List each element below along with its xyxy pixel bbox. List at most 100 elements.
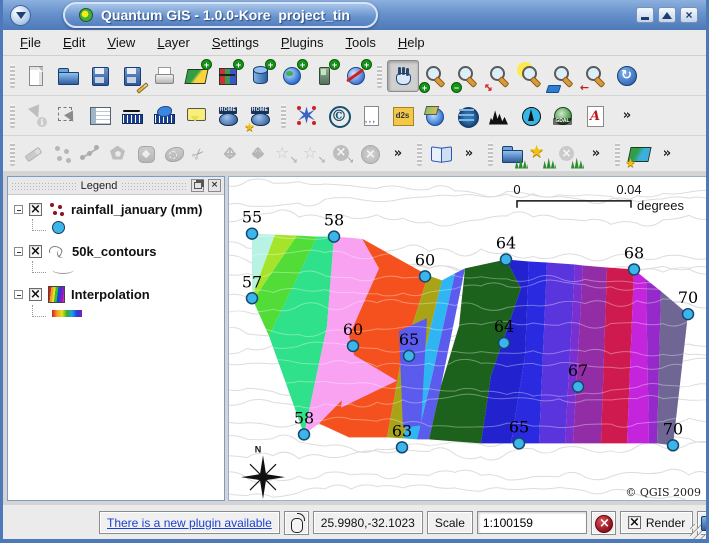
stop-render-button[interactable]	[591, 511, 616, 535]
toolbar-handle[interactable]	[417, 142, 422, 166]
toolbar-overflow-button[interactable]	[611, 100, 643, 132]
tree-expander[interactable]	[14, 247, 23, 256]
add-gps-layer-button[interactable]	[308, 60, 340, 92]
minimize-button[interactable]	[636, 7, 654, 23]
open-grass-mapset-button[interactable]	[498, 140, 526, 168]
menu-help[interactable]: Help	[387, 32, 436, 53]
new-vector-layer-button[interactable]	[625, 140, 653, 168]
toolbar-digitizing-grass	[3, 136, 706, 172]
toolbar-handle[interactable]	[10, 142, 15, 166]
measure-line-button[interactable]	[116, 100, 148, 132]
measure-area-button[interactable]	[148, 100, 180, 132]
digitize-overflow-button[interactable]	[384, 140, 412, 168]
show-bookmarks-icon	[248, 104, 272, 128]
zoom-to-layer-button[interactable]	[547, 60, 579, 92]
data-point	[299, 429, 310, 440]
new-bookmark-button[interactable]	[212, 100, 244, 132]
maximize-button[interactable]	[658, 7, 676, 23]
layer-visibility-checkbox[interactable]	[29, 203, 42, 216]
save-project-button[interactable]	[84, 60, 116, 92]
add-ring-icon	[134, 142, 158, 166]
crs-status-button[interactable]	[697, 511, 709, 535]
tree-expander[interactable]	[14, 290, 23, 299]
stop-render-icon	[592, 512, 614, 534]
open-attribute-table-button[interactable]	[84, 100, 116, 132]
show-bookmarks-button[interactable]	[244, 100, 276, 132]
pan-map-button[interactable]	[387, 60, 419, 92]
toolbar-handle[interactable]	[377, 64, 382, 88]
help-contents-button[interactable]	[427, 140, 455, 168]
new-grass-mapset-button[interactable]	[526, 140, 554, 168]
close-button[interactable]: ×	[680, 7, 698, 23]
save-project-as-button[interactable]	[116, 60, 148, 92]
delete-vertex-button	[272, 140, 300, 168]
add-postgis-layer-button[interactable]	[244, 60, 276, 92]
print-composer-button[interactable]	[148, 60, 180, 92]
copyright-label-button[interactable]	[323, 100, 355, 132]
zoom-in-button[interactable]	[419, 60, 451, 92]
quick-print-button[interactable]	[579, 100, 611, 132]
add-raster-layer-button[interactable]	[212, 60, 244, 92]
map-canvas[interactable]: 00.04degreesN555860646870576065646758636…	[228, 176, 706, 501]
dxf2shp-converter-button[interactable]	[387, 100, 419, 132]
refresh-map-button[interactable]	[611, 60, 643, 92]
zoom-out-button[interactable]	[451, 60, 483, 92]
data-point	[499, 338, 510, 349]
help-overflow-button[interactable]	[455, 140, 483, 168]
render-checkbox[interactable]	[628, 516, 641, 529]
toolbar-handle[interactable]	[10, 104, 15, 128]
graticule-creator-button[interactable]	[451, 100, 483, 132]
scale-input[interactable]	[477, 511, 587, 534]
window-menu-button[interactable]	[10, 5, 31, 26]
select-features-button[interactable]	[52, 100, 84, 132]
add-wfs-layer-button[interactable]	[340, 60, 372, 92]
layer-visibility-checkbox[interactable]	[29, 245, 42, 258]
tree-expander[interactable]	[14, 205, 23, 214]
toolbar-handle[interactable]	[10, 64, 15, 88]
grass-overflow-button[interactable]	[582, 140, 610, 168]
data-point-label: 70	[663, 419, 683, 438]
add-delimited-text-button[interactable]	[355, 100, 387, 132]
render-control: Render	[620, 511, 693, 534]
map-tips-button[interactable]	[180, 100, 212, 132]
add-wms-layer-button[interactable]	[276, 60, 308, 92]
menu-layer[interactable]: Layer	[146, 32, 201, 53]
menu-plugins[interactable]: Plugins	[270, 32, 335, 53]
toolbar-handle[interactable]	[488, 142, 493, 166]
new-plugin-link[interactable]: There is a new plugin available	[107, 516, 272, 530]
layer-name[interactable]: rainfall_january (mm)	[71, 202, 203, 217]
add-vector-layer-button[interactable]	[180, 60, 212, 92]
layer-visibility-checkbox[interactable]	[29, 288, 42, 301]
menu-tools[interactable]: Tools	[334, 32, 386, 53]
georeferencer-icon	[423, 104, 447, 128]
legend-grip[interactable]	[11, 182, 77, 190]
menu-settings[interactable]: Settings	[201, 32, 270, 53]
toolbar-handle[interactable]	[615, 142, 620, 166]
north-arrow-plugin-button[interactable]	[515, 100, 547, 132]
zoom-to-selection-button[interactable]	[515, 60, 547, 92]
layer-name[interactable]: 50k_contours	[72, 244, 157, 259]
zoom-last-button[interactable]	[579, 60, 611, 92]
mouse-position-toggle-button[interactable]	[284, 511, 309, 535]
layer-name[interactable]: Interpolation	[71, 287, 150, 302]
minimize-icon	[641, 17, 649, 20]
menu-file[interactable]: File	[9, 32, 52, 53]
menu-view[interactable]: View	[96, 32, 146, 53]
digitize-overflow-icon	[386, 142, 410, 166]
gdal-tools-button[interactable]	[547, 100, 579, 132]
zoom-full-extent-button[interactable]	[483, 60, 515, 92]
toolbar-handle[interactable]	[281, 104, 286, 128]
coordinates-display: 25.9980,-32.1023	[313, 511, 423, 534]
legend-grip[interactable]	[121, 182, 187, 190]
new-project-button[interactable]	[20, 60, 52, 92]
legend-float-button[interactable]	[191, 179, 204, 192]
raster-histogram-button[interactable]	[483, 100, 515, 132]
georeferencer-button[interactable]	[419, 100, 451, 132]
legend-close-button[interactable]: ×	[208, 179, 221, 192]
open-project-button[interactable]	[52, 60, 84, 92]
plugin-installer-button[interactable]	[291, 100, 323, 132]
node-tool-icon	[246, 142, 270, 166]
layer-overflow-button[interactable]	[653, 140, 681, 168]
layer-overflow-icon	[655, 142, 679, 166]
menu-edit[interactable]: Edit	[52, 32, 96, 53]
